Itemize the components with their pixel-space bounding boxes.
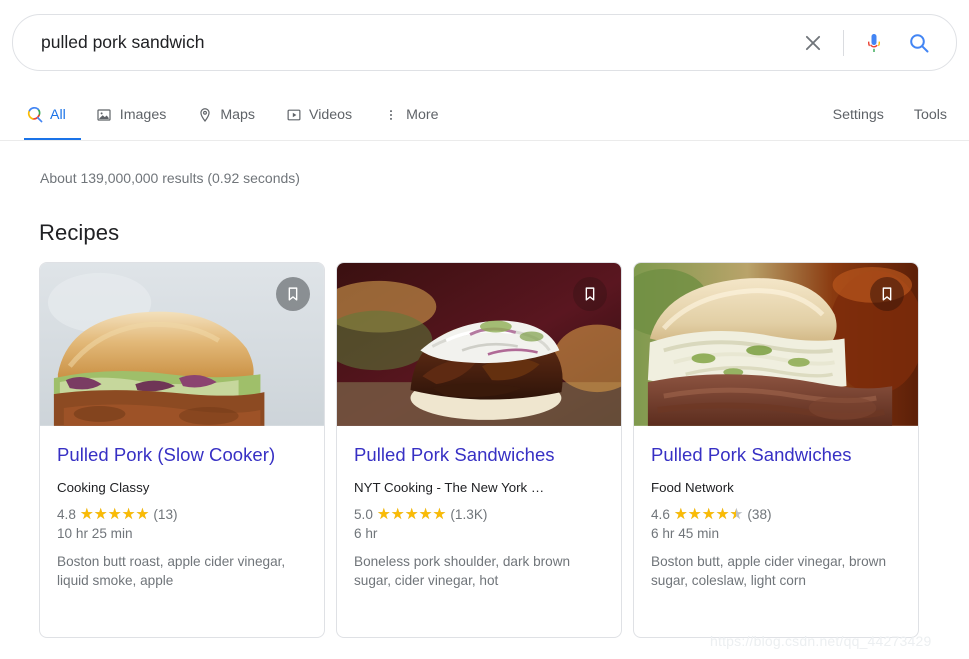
google-magnifier-icon	[26, 106, 43, 123]
tab-all-label: All	[50, 106, 66, 123]
search-bar	[12, 14, 957, 71]
recipe-card[interactable]: Pulled Pork Sandwiches Food Network 4.6 …	[633, 262, 919, 638]
rating-value: 4.8	[57, 507, 76, 522]
nav-tab-list: All Images Maps Videos More	[0, 98, 468, 131]
tab-more-label: More	[406, 106, 439, 123]
clear-search-button[interactable]	[791, 21, 835, 65]
recipe-time: 6 hr 45 min	[651, 526, 720, 541]
recipe-rating: 4.6 ★★★★★ ★★★★★ (38)	[651, 506, 901, 523]
rating-count: (38)	[747, 507, 772, 522]
settings-button[interactable]: Settings	[833, 107, 884, 123]
rating-count: (13)	[153, 507, 178, 522]
star-rating: ★★★★★ ★★★★★	[376, 505, 447, 523]
video-play-icon	[285, 106, 302, 123]
tools-button[interactable]: Tools	[914, 107, 947, 123]
tab-maps[interactable]: Maps	[196, 98, 271, 131]
tab-videos[interactable]: Videos	[285, 98, 368, 131]
three-dots-vertical-icon	[382, 106, 399, 123]
search-input[interactable]	[13, 15, 791, 70]
recipe-title-link[interactable]: Pulled Pork (Slow Cooker)	[57, 442, 307, 467]
recipe-time: 10 hr 25 min	[57, 526, 133, 541]
recipe-source: NYT Cooking - The New York …	[354, 480, 545, 495]
recipe-card-list: Pulled Pork (Slow Cooker) Cooking Classy…	[39, 262, 919, 638]
bookmark-icon[interactable]	[573, 277, 607, 311]
star-fill: ★★★★★	[376, 506, 447, 523]
recipe-thumbnail	[40, 263, 324, 427]
bookmark-icon[interactable]	[276, 277, 310, 311]
recipe-source: Cooking Classy	[57, 480, 150, 495]
recipe-card-body: Pulled Pork (Slow Cooker) Cooking Classy…	[40, 427, 324, 637]
recipe-card[interactable]: Pulled Pork (Slow Cooker) Cooking Classy…	[39, 262, 325, 638]
recipe-ingredients: Boneless pork shoulder, dark brown sugar…	[354, 554, 571, 588]
result-stats: About 139,000,000 results (0.92 seconds)	[40, 170, 300, 186]
recipe-card-body: Pulled Pork Sandwiches NYT Cooking - The…	[337, 427, 621, 637]
search-nav-tabs: All Images Maps Videos More Settings Too…	[0, 98, 969, 142]
nav-bottom-divider	[0, 140, 969, 141]
star-fill: ★★★★★	[79, 506, 150, 523]
recipes-section-title: Recipes	[39, 220, 120, 245]
bookmark-icon[interactable]	[870, 277, 904, 311]
recipe-rating: 5.0 ★★★★★ ★★★★★ (1.3K)	[354, 506, 604, 523]
tab-images[interactable]: Images	[96, 98, 183, 131]
recipe-source: Food Network	[651, 480, 734, 495]
tab-videos-label: Videos	[309, 106, 353, 123]
search-bar-divider	[843, 29, 844, 56]
star-fill: ★★★★★	[673, 506, 737, 523]
recipe-rating: 4.8 ★★★★★ ★★★★★ (13)	[57, 506, 307, 523]
recipe-ingredients: Boston butt, apple cider vinegar, brown …	[651, 554, 887, 588]
star-rating: ★★★★★ ★★★★★	[79, 505, 150, 523]
recipe-thumbnail	[634, 263, 918, 427]
recipe-ingredients: Boston butt roast, apple cider vinegar, …	[57, 554, 286, 588]
nav-right-actions: Settings Tools	[833, 98, 947, 131]
tab-images-label: Images	[119, 106, 167, 123]
recipe-card-body: Pulled Pork Sandwiches Food Network 4.6 …	[634, 427, 918, 637]
recipe-card[interactable]: Pulled Pork Sandwiches NYT Cooking - The…	[336, 262, 622, 638]
microphone-icon[interactable]	[852, 21, 896, 65]
image-icon	[96, 106, 113, 123]
tab-maps-label: Maps	[220, 106, 256, 123]
rating-count: (1.3K)	[450, 507, 488, 522]
tab-more[interactable]: More	[382, 98, 454, 131]
star-rating: ★★★★★ ★★★★★	[673, 505, 744, 523]
rating-value: 5.0	[354, 507, 373, 522]
search-submit-button[interactable]	[896, 21, 942, 65]
google-search-results-page: All Images	[0, 0, 969, 659]
recipe-thumbnail	[337, 263, 621, 427]
recipe-title-link[interactable]: Pulled Pork Sandwiches	[651, 442, 901, 467]
tab-all[interactable]: All	[26, 98, 82, 131]
rating-value: 4.6	[651, 507, 670, 522]
recipe-time: 6 hr	[354, 526, 378, 541]
map-pin-icon	[196, 106, 213, 123]
recipe-title-link[interactable]: Pulled Pork Sandwiches	[354, 442, 604, 467]
